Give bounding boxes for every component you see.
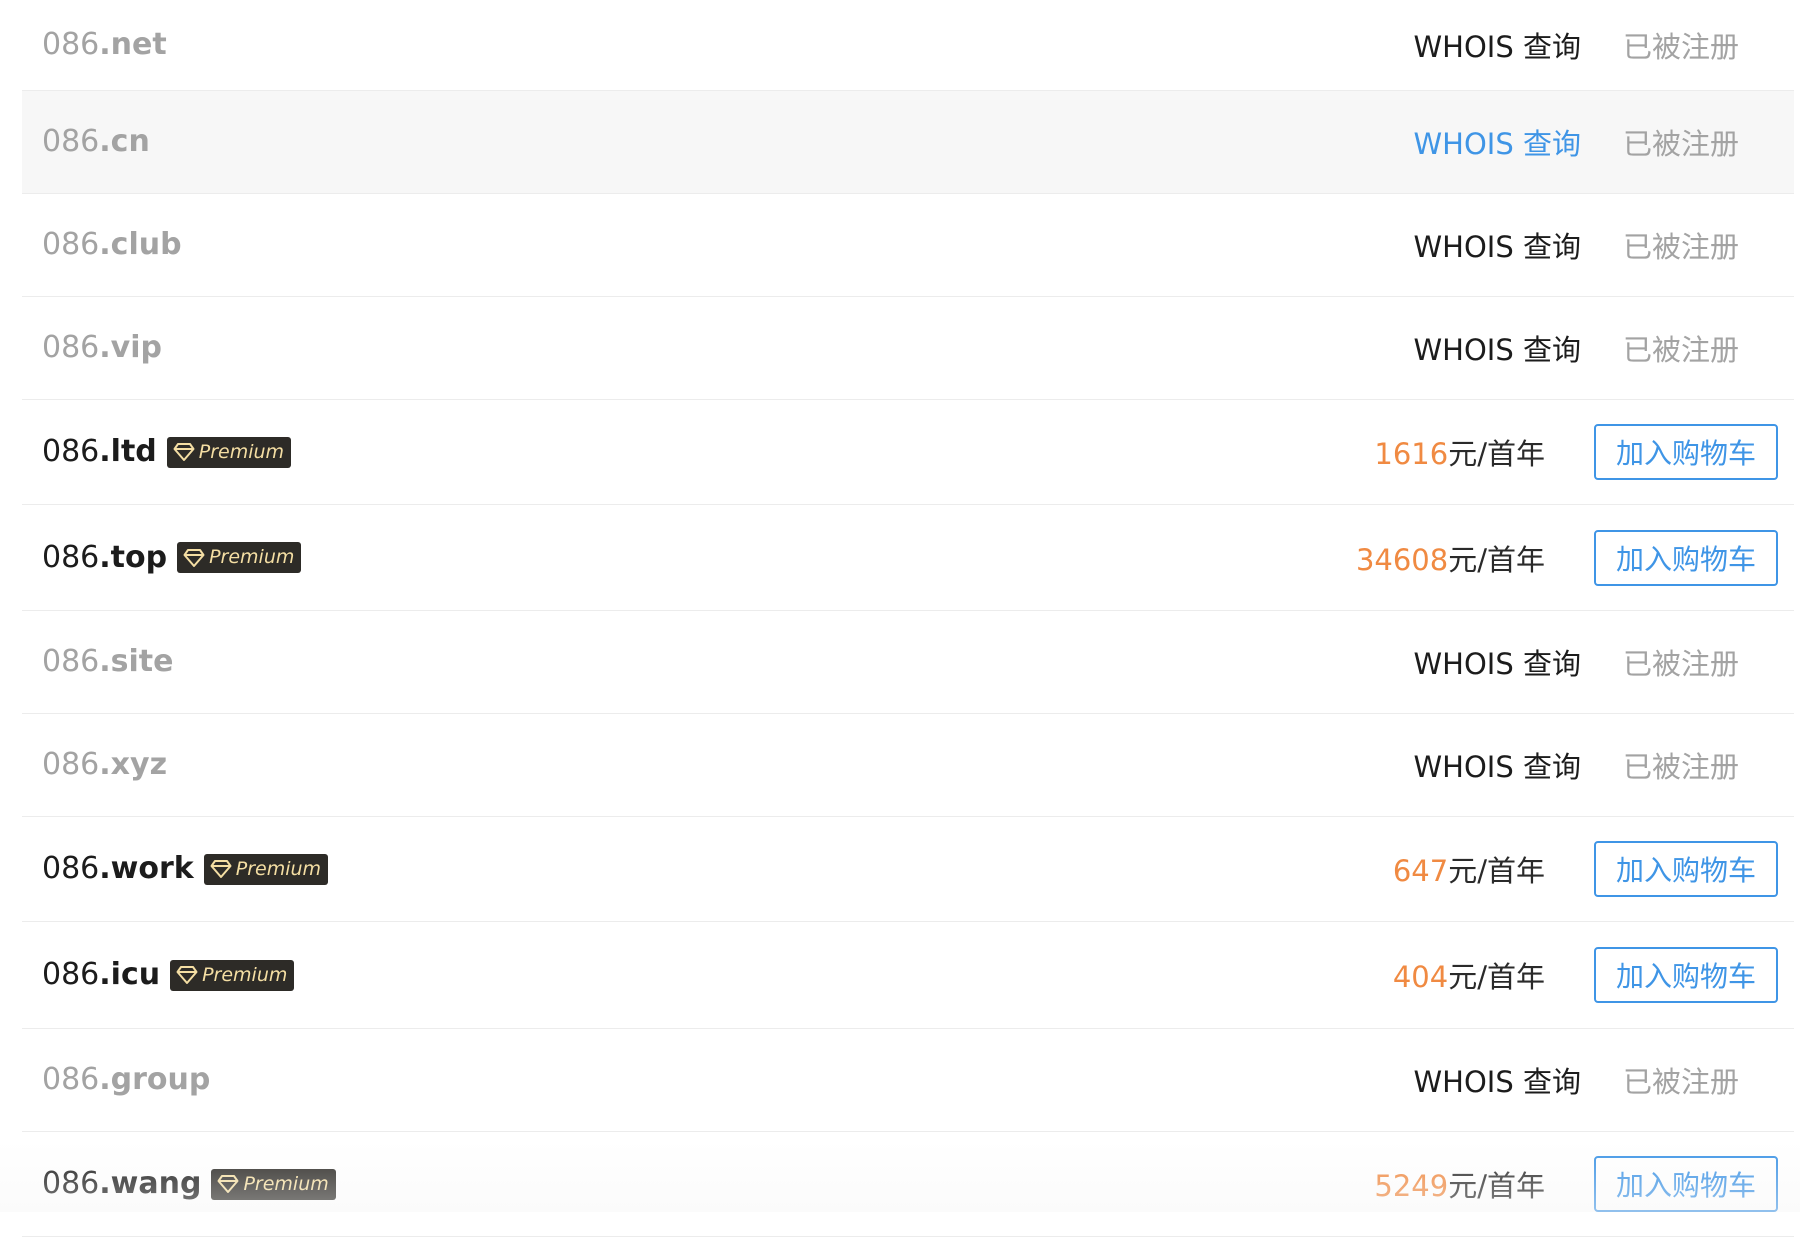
domain-name: 086 .ltd Premium (42, 434, 292, 470)
premium-label: Premium (243, 1172, 329, 1195)
domain-tld: .work (99, 851, 194, 886)
whois-link[interactable]: WHOIS 查询 (1414, 641, 1582, 683)
premium-label: Premium (235, 857, 322, 880)
price: 5249元/首年 (1374, 1163, 1545, 1205)
premium-label: Premium (202, 963, 288, 986)
domain-name: 086 .icu Premium (42, 957, 295, 993)
premium-badge: Premium (170, 959, 295, 991)
domain-row: 086 .ltd Premium 1616元/首年 加入购物车 (22, 400, 1794, 505)
status-registered: 已被注册 (1622, 1065, 1739, 1099)
domain-row: 086 .wang Premium 5249元/首年 加入购物车 (22, 1132, 1794, 1237)
whois-link[interactable]: WHOIS 查询 (1414, 744, 1582, 786)
status-registered: 已被注册 (1622, 333, 1739, 367)
premium-badge: Premium (211, 1168, 336, 1200)
domain-row: 086 .work Premium 647元/首年 加入购物车 (22, 817, 1794, 922)
status-registered: 已被注册 (1622, 750, 1739, 784)
domain-prefix: 086 (42, 330, 100, 365)
domain-tld: .icu (99, 957, 161, 992)
premium-label: Premium (198, 440, 285, 463)
domain-name: 086 .cn (42, 124, 150, 160)
price: 1616元/首年 (1374, 431, 1545, 473)
price: 647元/首年 (1393, 848, 1545, 890)
diamond-icon (176, 966, 198, 984)
domain-name: 086 .club (42, 227, 182, 263)
add-to-cart-button[interactable]: 加入购物车 (1594, 947, 1778, 1003)
status-registered: 已被注册 (1622, 230, 1739, 264)
domain-name: 086 .work Premium (42, 851, 329, 887)
domain-tld: .site (99, 644, 174, 679)
domain-row: 086 .icu Premium 404元/首年 加入购物车 (22, 922, 1794, 1029)
domain-tld: .cn (99, 124, 150, 159)
price-amount: 647 (1392, 854, 1449, 888)
domain-tld: .net (99, 27, 167, 62)
status-registered: 已被注册 (1622, 127, 1739, 161)
price-amount: 404 (1392, 960, 1449, 994)
domain-tld: .top (99, 539, 168, 575)
domain-results-list: 086 .net WHOIS 查询 已被注册 086 .cn WHOIS 查询 已被注册 086… (22, 0, 1794, 1237)
domain-row: 086 .net WHOIS 查询 已被注册 (22, 0, 1794, 91)
domain-tld: .xyz (99, 747, 168, 782)
domain-tld: .vip (99, 330, 162, 365)
add-to-cart-button[interactable]: 加入购物车 (1594, 529, 1778, 586)
price-amount: 5249 (1374, 1169, 1449, 1203)
price-unit: 元/首年 (1448, 960, 1545, 994)
domain-prefix: 086 (42, 1166, 100, 1201)
add-to-cart-button[interactable]: 加入购物车 (1594, 424, 1778, 480)
premium-badge: Premium (203, 853, 329, 885)
status-registered: 已被注册 (1622, 30, 1739, 64)
premium-label: Premium (209, 546, 295, 568)
whois-link[interactable]: WHOIS 查询 (1414, 327, 1582, 369)
domain-row: 086 .xyz WHOIS 查询 已被注册 (22, 714, 1794, 817)
price-amount: 1616 (1374, 437, 1449, 471)
status-registered: 已被注册 (1622, 647, 1739, 681)
domain-prefix: 086 (42, 227, 100, 262)
domain-tld: .ltd (99, 434, 157, 469)
price-unit: 元/首年 (1448, 542, 1545, 577)
domain-prefix: 086 (42, 27, 100, 62)
premium-badge: Premium (166, 436, 292, 468)
whois-link[interactable]: WHOIS 查询 (1414, 121, 1582, 163)
price-unit: 元/首年 (1448, 854, 1545, 888)
add-to-cart-button[interactable]: 加入购物车 (1594, 1156, 1778, 1212)
domain-prefix: 086 (42, 1062, 100, 1097)
domain-row: 086 .site WHOIS 查询 已被注册 (22, 611, 1794, 714)
diamond-icon (173, 443, 195, 461)
whois-link[interactable]: WHOIS 查询 (1414, 24, 1582, 66)
price: 404元/首年 (1393, 954, 1545, 996)
domain-tld: .club (99, 227, 182, 262)
domain-tld: .group (99, 1062, 211, 1097)
domain-prefix: 086 (42, 957, 100, 992)
domain-prefix: 086 (42, 747, 100, 782)
whois-link[interactable]: WHOIS 查询 (1414, 224, 1582, 266)
domain-row: 086 .group WHOIS 查询 已被注册 (22, 1029, 1794, 1132)
price-amount: 34608 (1355, 542, 1449, 577)
domain-row: 086 .vip WHOIS 查询 已被注册 (22, 297, 1794, 400)
domain-prefix: 086 (42, 851, 100, 886)
domain-prefix: 086 (42, 124, 100, 159)
domain-tld: .wang (99, 1166, 202, 1201)
domain-prefix: 086 (42, 644, 100, 679)
domain-row: 086 .club WHOIS 查询 已被注册 (22, 194, 1794, 297)
domain-row: 086 .top Premium 34608元/首年 加入购物车 (22, 505, 1794, 611)
domain-prefix: 086 (42, 539, 100, 575)
diamond-icon (210, 860, 232, 878)
price-unit: 元/首年 (1448, 1169, 1545, 1203)
diamond-icon (217, 1175, 239, 1193)
domain-prefix: 086 (42, 434, 100, 469)
add-to-cart-button[interactable]: 加入购物车 (1594, 841, 1778, 897)
domain-name: 086 .site (42, 644, 174, 680)
domain-name: 086 .group (42, 1062, 210, 1098)
domain-name: 086 .wang Premium (42, 1166, 336, 1202)
price-unit: 元/首年 (1448, 437, 1545, 471)
domain-name: 086 .net (42, 27, 167, 63)
premium-badge: Premium (177, 542, 302, 573)
price: 34608元/首年 (1356, 537, 1545, 579)
domain-name: 086 .top Premium (42, 539, 302, 576)
diamond-icon (183, 548, 205, 567)
domain-name: 086 .vip (42, 330, 162, 366)
domain-row: 086 .cn WHOIS 查询 已被注册 (22, 91, 1794, 194)
whois-link[interactable]: WHOIS 查询 (1414, 1059, 1582, 1101)
domain-name: 086 .xyz (42, 747, 167, 783)
